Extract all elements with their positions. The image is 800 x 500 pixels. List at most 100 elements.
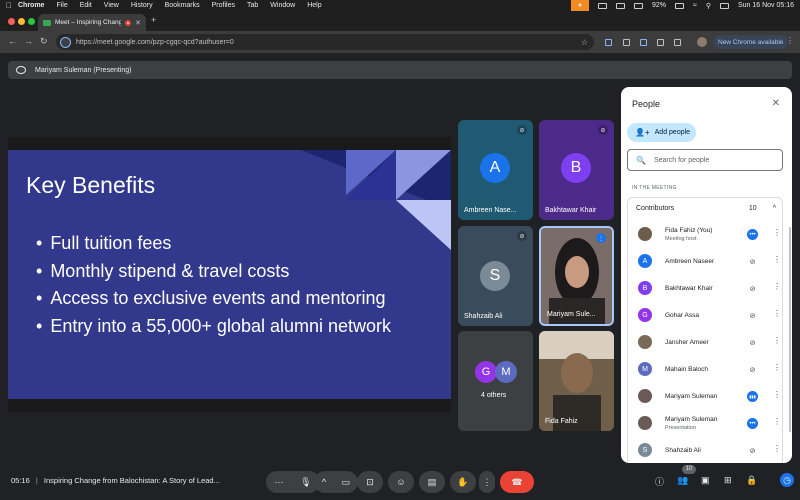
audio-settings-icon[interactable]: ··· — [274, 477, 283, 487]
chrome-profile-avatar[interactable] — [697, 37, 707, 47]
tile-others[interactable]: G M 4 others — [458, 331, 533, 431]
menu-edit[interactable]: Edit — [80, 2, 92, 9]
control-center-icon[interactable] — [719, 2, 729, 9]
site-info-icon[interactable] — [60, 36, 71, 48]
menu-view[interactable]: View — [104, 2, 119, 9]
chrome-menu-icon[interactable]: ⋮ — [786, 36, 794, 45]
mic-off-icon[interactable]: ⊘ — [747, 445, 758, 456]
extensions-puzzle-icon[interactable] — [674, 39, 681, 46]
menu-extra-icon[interactable] — [633, 2, 643, 9]
bookmark-star-icon[interactable]: ☆ — [581, 38, 588, 47]
captions-button[interactable]: ▤ — [419, 471, 445, 493]
tile-shahzaib[interactable]: ⊘ S Shahzaib Ali — [458, 226, 533, 326]
menu-chrome[interactable]: Chrome — [18, 2, 44, 9]
avatar: S — [480, 261, 510, 291]
tile-bakhtawar[interactable]: ⊘ B Bakhtawar Khair — [539, 120, 614, 220]
apple-logo-icon[interactable]:  — [0, 1, 18, 10]
extension-2-icon[interactable] — [623, 39, 630, 46]
raise-hand-button[interactable]: ✋ — [450, 471, 476, 493]
close-icon[interactable]: ✕ — [772, 98, 780, 109]
more-actions-icon[interactable]: ••• — [747, 418, 758, 429]
forward-button[interactable]: → — [24, 36, 33, 46]
screen-share-status-icon[interactable] — [597, 2, 607, 9]
kebab-icon[interactable]: ⋮ — [773, 417, 781, 426]
menu-history[interactable]: History — [131, 2, 153, 9]
menu-help[interactable]: Help — [307, 2, 321, 9]
menu-profiles[interactable]: Profiles — [212, 2, 235, 9]
menu-window[interactable]: Window — [270, 2, 295, 9]
address-bar[interactable]: https://meet.google.com/pzp-cgqc-qcd?aut… — [56, 34, 594, 50]
add-people-button[interactable]: 👤+ Add people — [627, 123, 696, 142]
mic-off-icon[interactable]: ⊘ — [747, 256, 758, 267]
window-minimize-button[interactable] — [18, 18, 25, 25]
mic-off-icon[interactable]: ⊘ — [747, 310, 758, 321]
camera-icon[interactable]: ▭ — [342, 477, 351, 488]
kebab-icon[interactable]: ⋮ — [773, 228, 781, 237]
window-close-button[interactable] — [8, 18, 15, 25]
participant-row[interactable]: G Gohar Assa ⊘ ⋮ — [638, 305, 788, 325]
participant-row[interactable]: A Ambreen Naseer ⊘ ⋮ — [638, 251, 788, 271]
participant-row[interactable]: M Mahain Baloch ⊘ ⋮ — [638, 359, 788, 379]
search-people-input[interactable]: 🔍 Search for people — [627, 149, 783, 171]
back-button[interactable]: ← — [8, 36, 17, 46]
mic-off-icon[interactable]: ⊘ — [747, 337, 758, 348]
menu-file[interactable]: File — [56, 2, 67, 9]
avatar: A — [638, 254, 652, 268]
mic-control-group[interactable]: ··· 🎙 — [266, 471, 320, 493]
tab-close-icon[interactable]: ✕ — [135, 19, 141, 27]
display-icon[interactable] — [615, 2, 625, 9]
spotlight-icon[interactable]: ⚲ — [706, 2, 711, 10]
mic-in-use-icon[interactable]: ● — [570, 0, 589, 11]
shared-screen[interactable]: Key Benefits Full tuition fees Monthly s… — [8, 137, 451, 412]
people-icon[interactable]: 👥 — [677, 475, 688, 486]
meeting-details-icon[interactable]: ⓘ — [655, 475, 664, 488]
participant-row[interactable]: B Bakhtawar Khair ⊘ ⋮ — [638, 278, 788, 298]
participant-row[interactable]: Jansher Ameer ⊘ ⋮ — [638, 332, 788, 352]
wifi-icon[interactable]: ≈ — [693, 2, 697, 9]
participant-row[interactable]: S Shahzaib Ali ⊘ ⋮ — [638, 440, 788, 460]
extension-1-icon[interactable] — [605, 39, 612, 46]
more-actions-icon[interactable]: ••• — [747, 229, 758, 240]
mic-off-icon[interactable]: ⊘ — [747, 283, 758, 294]
extension-4-icon[interactable] — [657, 39, 664, 46]
chat-icon[interactable]: ▣ — [701, 475, 710, 486]
mic-off-icon[interactable]: ⊘ — [747, 364, 758, 375]
participant-row[interactable]: Mariyam Suleman Presentation ••• ⋮ — [638, 413, 788, 433]
kebab-icon[interactable]: ⋮ — [773, 363, 781, 372]
extension-3-icon[interactable] — [640, 39, 647, 46]
present-button[interactable]: ⊡ — [357, 471, 383, 493]
battery-icon[interactable] — [674, 2, 684, 9]
timer-icon[interactable]: ◷ — [780, 473, 794, 487]
participant-row[interactable]: Fida Fahiz (You) Meeting host ••• ⋮ — [638, 224, 788, 244]
microphone-icon[interactable]: 🎙 — [300, 477, 311, 488]
kebab-icon[interactable]: ⋮ — [773, 444, 781, 453]
kebab-icon[interactable]: ⋮ — [773, 309, 781, 318]
browser-tab-meet[interactable]: Meet – Inspiring Change ✕ — [38, 14, 146, 31]
host-controls-icon[interactable]: 🔒 — [746, 475, 757, 486]
camera-control-group[interactable]: ^ ▭ — [314, 471, 358, 493]
activities-icon[interactable]: ⊞ — [724, 475, 732, 486]
contributors-header[interactable]: Contributors 10 ^ — [636, 205, 776, 212]
kebab-icon[interactable]: ⋮ — [773, 282, 781, 291]
menu-bookmarks[interactable]: Bookmarks — [165, 2, 200, 9]
video-settings-chevron-icon[interactable]: ^ — [322, 477, 326, 487]
menubar-clock[interactable]: Sun 16 Nov 05:16 — [738, 2, 794, 9]
leave-call-button[interactable]: ☎ — [500, 471, 534, 493]
more-options-button[interactable]: ⋮ — [479, 471, 495, 493]
kebab-icon[interactable]: ⋮ — [773, 255, 781, 264]
new-tab-button[interactable]: + — [151, 15, 156, 25]
kebab-icon[interactable]: ⋮ — [773, 336, 781, 345]
tile-mariyam[interactable]: ⋮ Mariyam Sule... — [539, 226, 614, 326]
chevron-up-icon[interactable]: ^ — [773, 205, 776, 212]
tile-ambreen[interactable]: ⊘ A Ambreen Nase... — [458, 120, 533, 220]
tile-fida[interactable]: Fida Fahiz — [539, 331, 614, 431]
new-chrome-available-button[interactable]: New Chrome available — [713, 35, 789, 49]
window-zoom-button[interactable] — [28, 18, 35, 25]
kebab-icon[interactable]: ⋮ — [773, 390, 781, 399]
reload-button[interactable]: ↻ — [40, 36, 48, 47]
menu-tab[interactable]: Tab — [247, 2, 258, 9]
participant-row[interactable]: Mariyam Suleman ▮▮▮ ⋮ — [638, 386, 788, 406]
people-panel-scrollbar[interactable] — [789, 227, 791, 432]
reactions-button[interactable]: ☺ — [388, 471, 414, 493]
speaking-icon[interactable]: ▮▮▮ — [747, 391, 758, 402]
